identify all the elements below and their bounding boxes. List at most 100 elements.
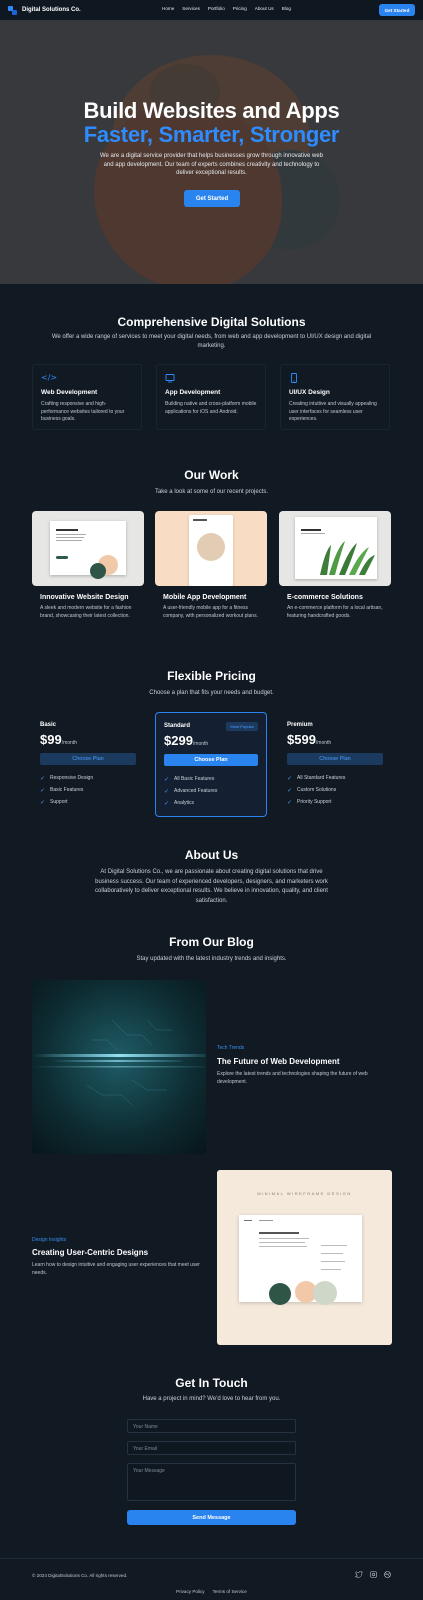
plan-feature: ✓ Basic Features [40,786,84,794]
check-icon: ✓ [287,774,293,782]
plan-price: $299/month [164,733,209,748]
brand[interactable]: Digital Solutions Co. [8,5,81,15]
plan-feature: ✓ Responsive Design [40,774,94,782]
check-icon: ✓ [287,786,293,794]
name-input[interactable]: Your Name [127,1419,296,1433]
nav-link-pricing[interactable]: Pricing [233,6,247,11]
about-text: At Digital Solutions Co., we are passion… [95,869,328,904]
nav-link-about[interactable]: About Us [255,6,274,11]
blog-image-tech[interactable] [32,980,206,1154]
services-subtitle: We offer a wide range of services to mee… [51,334,372,349]
plan-feature: ✓ Support [40,798,68,806]
work-desc: A user-friendly mobile app for a fitness… [163,605,258,619]
service-card-uiux: UI/UX Design Creating intuitive and visu… [280,364,390,430]
get-started-nav-button[interactable]: Get Started [379,4,415,16]
choose-plan-button[interactable]: Choose Plan [164,754,258,766]
terms-link[interactable]: Terms of Service [213,1589,247,1594]
blog-post-title[interactable]: The Future of Web Development [217,1057,340,1066]
check-icon: ✓ [164,799,170,807]
nav-link-home[interactable]: Home [162,6,174,11]
hero-description: We are a digital service provider that h… [100,153,324,176]
work-image-website [32,511,144,586]
brand-name: Digital Solutions Co. [22,7,81,13]
work-image-ecommerce [279,511,391,586]
service-name: UI/UX Design [289,389,330,396]
twitter-icon[interactable] [355,1570,364,1580]
check-icon: ✓ [40,786,46,794]
plan-feature: ✓ All Standard Features [287,774,346,782]
email-input[interactable]: Your Email [127,1441,296,1455]
choose-plan-button[interactable]: Choose Plan [40,753,136,765]
plan-feature: ✓ Advanced Features [164,787,218,795]
hero-title-accent: Faster, Smarter, Stronger [83,122,340,147]
plan-feature: ✓ Priority Support [287,798,332,806]
blog-subtitle: Stay updated with the latest industry tr… [136,956,287,962]
navbar: Digital Solutions Co. Home Services Port… [0,0,423,20]
plan-price: $99/month [40,732,77,747]
blog-category: Tech Trends [217,1045,245,1051]
check-icon: ✓ [287,798,293,806]
work-name: Mobile App Development [163,594,247,601]
plan-name: Premium [287,722,313,728]
work-image-mobile [155,511,267,586]
contact-subtitle: Have a project in mind? We'd love to hea… [142,1396,281,1402]
service-card-web: </> Web Development Crafting responsive … [32,364,142,430]
blog-title: From Our Blog [169,935,254,949]
services-title: Comprehensive Digital Solutions [117,315,306,329]
footer: © 2024 DigitalSolutions Co. All rights r… [0,1558,423,1600]
work-card[interactable]: Innovative Website Design A sleek and mo… [32,511,144,620]
get-started-hero-button[interactable]: Get Started [184,190,240,207]
check-icon: ✓ [40,774,46,782]
plan-feature: ✓ Custom Solutions [287,786,337,794]
work-title: Our Work [184,468,239,482]
footer-links: Privacy Policy Terms of Service [176,1589,247,1594]
mobile-icon [289,373,299,383]
dribbble-icon[interactable] [384,1571,391,1580]
blog-post-desc: Explore the latest trends and technologi… [217,1071,368,1085]
instagram-icon[interactable] [370,1571,377,1580]
plan-basic: Basic $99/month Choose Plan ✓ Responsive … [32,712,144,817]
choose-plan-button[interactable]: Choose Plan [287,753,383,765]
work-card[interactable]: E-commerce Solutions An e-commerce platf… [279,511,391,620]
check-icon: ✓ [40,798,46,806]
plan-price: $599/month [287,732,332,747]
contact-title: Get In Touch [175,1376,248,1390]
nav-link-services[interactable]: Services [182,6,200,11]
social-links [355,1570,391,1580]
nav-link-blog[interactable]: Blog [282,6,291,11]
plan-feature: ✓ Analytics [164,799,195,807]
blog-image-design[interactable]: MINIMAL WIREFRAME DESIGN [217,1170,392,1345]
work-card[interactable]: Mobile App Development A user-friendly m… [155,511,267,620]
work-name: E-commerce Solutions [287,594,363,601]
service-desc: Crafting responsive and high-performance… [41,401,125,422]
service-name: Web Development [41,389,98,396]
service-desc: Building native and cross-platform mobil… [165,401,257,415]
nav-links: Home Services Portfolio Pricing About Us… [162,6,291,11]
plan-feature: ✓ All Basic Features [164,775,215,783]
plan-name: Basic [40,722,57,728]
image-caption: MINIMAL WIREFRAME DESIGN [257,1191,352,1196]
privacy-policy-link[interactable]: Privacy Policy [176,1589,205,1594]
blog-post-title[interactable]: Creating User-Centric Designs [32,1248,148,1257]
hero-section: Build Websites and Apps Faster, Smarter,… [0,20,423,284]
blog-category: Design Insights [32,1237,67,1243]
plan-premium: Premium $599/month Choose Plan ✓ All Stan… [279,712,391,817]
code-icon: </> [41,373,58,382]
blog-post-desc: Learn how to design intuitive and engagi… [32,1262,200,1276]
copyright: © 2024 DigitalSolutions Co. All rights r… [32,1573,128,1578]
plan-standard: Most Popular Standard $299/month Choose … [155,712,267,817]
pricing-title: Flexible Pricing [167,669,256,683]
service-desc: Creating intuitive and visually appealin… [289,401,377,422]
service-name: App Development [165,389,221,396]
nav-link-portfolio[interactable]: Portfolio [208,6,225,11]
hero-title: Build Websites and Apps [83,98,340,123]
work-desc: An e-commerce platform for a local artis… [287,605,383,619]
pricing-subtitle: Choose a plan that fits your needs and b… [149,690,274,696]
work-subtitle: Take a look at some of our recent projec… [154,489,269,495]
work-name: Innovative Website Design [40,594,129,601]
message-textarea[interactable]: Your Message [127,1463,296,1501]
send-message-button[interactable]: Send Message [127,1510,296,1525]
monitor-icon [165,373,175,383]
check-icon: ✓ [164,775,170,783]
check-icon: ✓ [164,787,170,795]
